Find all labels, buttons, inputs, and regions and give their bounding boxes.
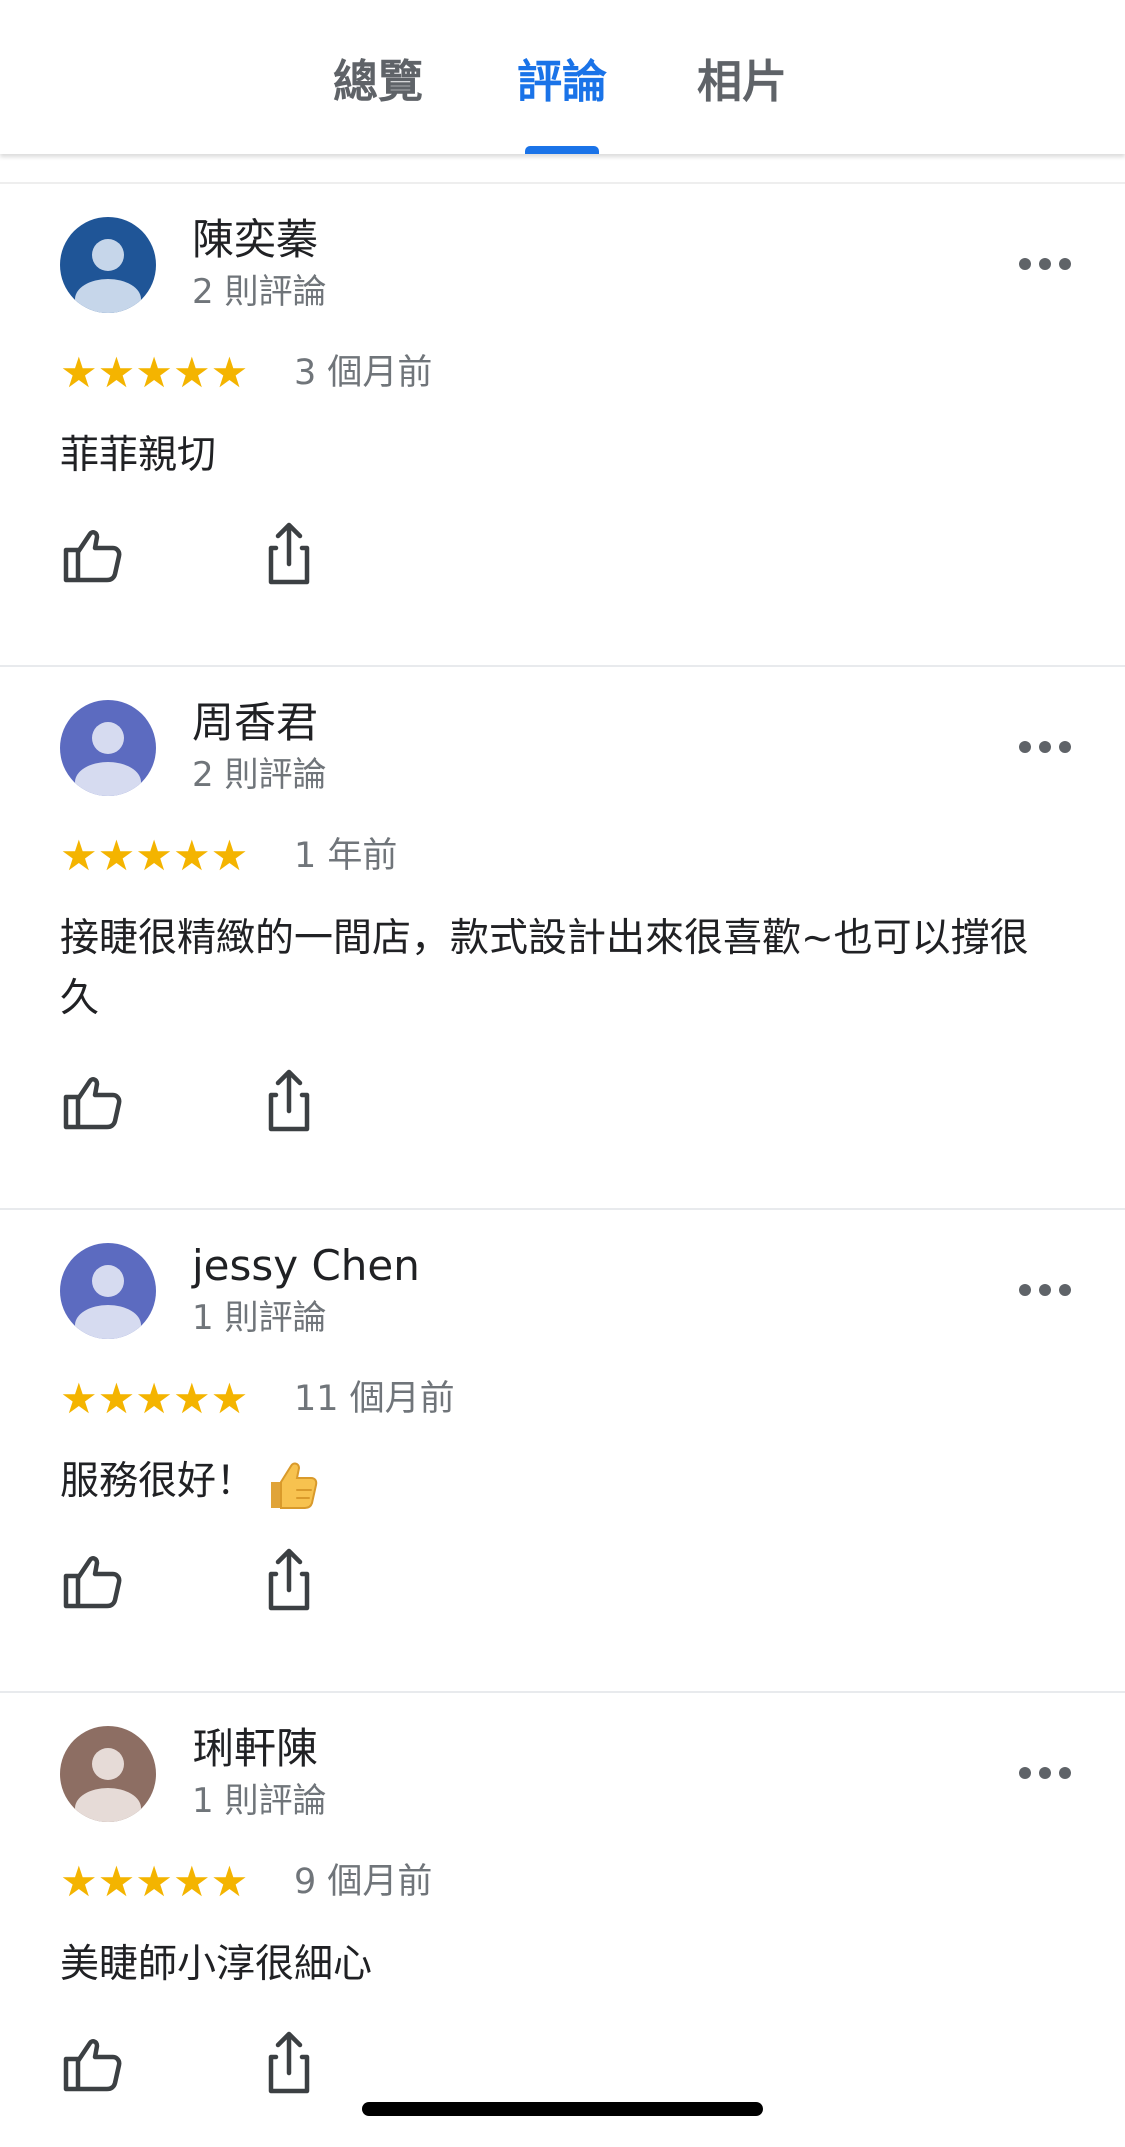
review-text: 菲菲親切 — [60, 433, 217, 478]
review-actions — [60, 2029, 320, 2099]
review-date: 11 個月前 — [294, 1379, 455, 1419]
share-icon — [268, 1548, 310, 1611]
tab-reviews[interactable]: 評論 — [500, 52, 624, 112]
tab-bar: 總覽 評論 相片 — [0, 0, 1125, 154]
review-card: 周香君 2 則評論 ★★★★★ 1 年前 接睫很精緻的一間店，款式設計出來很喜歡… — [0, 667, 1125, 1210]
share-button[interactable] — [254, 520, 324, 590]
reviewer-name[interactable]: 琍軒陳 — [192, 1723, 318, 1775]
person-icon — [60, 217, 156, 313]
person-icon — [60, 700, 156, 796]
reviewer-name[interactable]: jessy Chen — [192, 1240, 420, 1292]
star-icons: ★★★★★ — [60, 348, 249, 397]
more-horizontal-icon — [1019, 1284, 1071, 1296]
thumbs-up-outline-icon — [63, 530, 122, 583]
reviewer-review-count: 1 則評論 — [192, 1298, 327, 1338]
share-button[interactable] — [254, 2029, 324, 2099]
thumbs-up-outline-icon — [63, 1556, 122, 1609]
more-horizontal-icon — [1019, 741, 1071, 753]
review-text: 接睫很精緻的一間店，款式設計出來很喜歡~也可以撐很久 — [60, 916, 1029, 1021]
like-button[interactable] — [60, 520, 130, 590]
review-actions — [60, 520, 320, 590]
thumbs-up-outline-icon — [63, 2039, 122, 2092]
like-button[interactable] — [60, 1067, 130, 1137]
star-rating: ★★★★★ — [60, 1858, 250, 1906]
star-icons: ★★★★★ — [60, 831, 249, 880]
more-horizontal-icon — [1019, 1767, 1071, 1779]
tab-overview[interactable]: 總覽 — [318, 52, 438, 112]
review-text: 美睫師小淳很細心 — [60, 1942, 373, 1987]
share-icon — [268, 522, 310, 585]
review-card: 陳奕蓁 2 則評論 ★★★★★ 3 個月前 菲菲親切 — [0, 184, 1125, 667]
more-options-button[interactable] — [1013, 244, 1077, 284]
tab-photos[interactable]: 相片 — [680, 52, 804, 112]
avatar[interactable] — [60, 700, 156, 796]
more-options-button[interactable] — [1013, 727, 1077, 767]
star-rating: ★★★★★ — [60, 349, 250, 397]
review-date: 3 個月前 — [294, 353, 433, 393]
review-card: 琍軒陳 1 則評論 ★★★★★ 9 個月前 美睫師小淳很細心 — [0, 1693, 1125, 2147]
person-icon — [60, 1243, 156, 1339]
home-indicator[interactable] — [362, 2102, 763, 2116]
review-card: jessy Chen 1 則評論 ★★★★★ 11 個月前 服務很好！ — [0, 1210, 1125, 1693]
avatar[interactable] — [60, 1243, 156, 1339]
reviewer-name[interactable]: 周香君 — [192, 697, 318, 749]
review-text-container: 服務很好！ — [60, 1452, 1060, 1514]
active-tab-indicator — [525, 146, 599, 154]
like-button[interactable] — [60, 1546, 130, 1616]
share-icon — [268, 1069, 310, 1132]
star-rating: ★★★★★ — [60, 832, 250, 880]
reviewer-name[interactable]: 陳奕蓁 — [192, 214, 318, 266]
star-icons: ★★★★★ — [60, 1857, 249, 1906]
review-actions — [60, 1546, 320, 1616]
thumbs-up-outline-icon — [63, 1077, 122, 1130]
more-options-button[interactable] — [1013, 1753, 1077, 1793]
more-options-button[interactable] — [1013, 1270, 1077, 1310]
share-button[interactable] — [254, 1546, 324, 1616]
like-button[interactable] — [60, 2029, 130, 2099]
reviewer-review-count: 1 則評論 — [192, 1781, 327, 1821]
reviewer-review-count: 2 則評論 — [192, 272, 327, 312]
review-actions — [60, 1067, 320, 1137]
share-icon — [268, 2031, 310, 2094]
reviewer-review-count: 2 則評論 — [192, 755, 327, 795]
avatar[interactable] — [60, 217, 156, 313]
star-icons: ★★★★★ — [60, 1374, 249, 1423]
thumbs-up-emoji — [263, 1454, 323, 1514]
more-horizontal-icon — [1019, 258, 1071, 270]
share-button[interactable] — [254, 1067, 324, 1137]
person-icon — [60, 1726, 156, 1822]
avatar[interactable] — [60, 1726, 156, 1822]
review-date: 9 個月前 — [294, 1862, 433, 1902]
star-rating: ★★★★★ — [60, 1375, 250, 1423]
review-date: 1 年前 — [294, 836, 398, 876]
review-text: 服務很好！ — [60, 1459, 256, 1504]
